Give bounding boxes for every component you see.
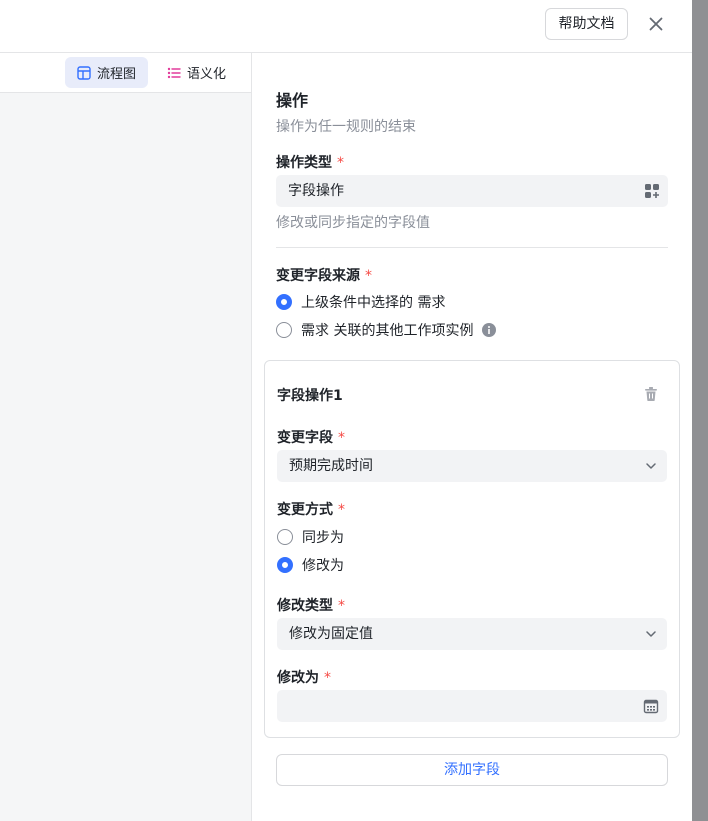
required-mark: * [338, 430, 345, 446]
change-mode-modify-label: 修改为 [302, 558, 344, 574]
modify-to-label-text: 修改为 [277, 670, 319, 686]
operation-type-label: 操作类型 * [276, 152, 344, 172]
source-option-related-label: 需求 关联的其他工作项实例 [301, 323, 474, 339]
view-toolbar: 流程图 语义化 [0, 53, 251, 93]
divider [276, 247, 668, 248]
required-mark: * [324, 670, 331, 686]
change-field-value: 预期完成时间 [289, 458, 373, 474]
trash-icon[interactable] [643, 386, 659, 402]
modify-type-label-text: 修改类型 [277, 598, 333, 614]
operation-type-value: 字段操作 [288, 183, 344, 199]
chevron-down-icon [646, 631, 656, 637]
operation-type-label-text: 操作类型 [276, 155, 332, 171]
modify-to-date-picker[interactable] [277, 690, 667, 722]
view-flowchart-button[interactable]: 流程图 [65, 57, 149, 88]
view-semantic-label: 语义化 [187, 67, 227, 82]
radio-unchecked[interactable] [276, 322, 292, 338]
radio-unchecked[interactable] [277, 529, 293, 545]
source-option-related[interactable]: 需求 关联的其他工作项实例 [276, 320, 497, 340]
required-mark: * [338, 598, 345, 614]
config-pane: 操作 操作为任一规则的结束 操作类型 * 字段操作 修改或同步指定的字段值 变更字… [252, 53, 692, 821]
modify-type-value: 修改为固定值 [289, 626, 373, 642]
help-docs-button[interactable]: 帮助文档 [545, 8, 628, 40]
add-field-button[interactable]: 添加字段 [276, 754, 668, 786]
source-label-text: 变更字段来源 [276, 268, 360, 284]
modify-type-label: 修改类型 * [277, 595, 345, 615]
required-mark: * [337, 155, 344, 171]
source-label: 变更字段来源 * [276, 265, 372, 285]
view-flowchart-label: 流程图 [97, 67, 137, 82]
info-icon[interactable] [482, 323, 497, 337]
operation-type-select[interactable]: 字段操作 [276, 175, 668, 207]
change-mode-label-text: 变更方式 [277, 502, 333, 518]
modify-type-select[interactable]: 修改为固定值 [277, 618, 667, 650]
radio-checked[interactable] [276, 294, 292, 310]
close-icon[interactable] [646, 14, 666, 34]
modify-to-label: 修改为 * [277, 667, 331, 687]
field-operation-card: 字段操作1 变更字段 * 预期完成时间 变更方式 * 同步为 修改为 修改类型 … [264, 360, 680, 738]
change-mode-label: 变更方式 * [277, 499, 345, 519]
section-subtitle: 操作为任一规则的结束 [276, 119, 416, 135]
operation-type-desc: 修改或同步指定的字段值 [276, 215, 430, 231]
calendar-icon [643, 699, 659, 714]
apps-add-icon [645, 184, 659, 198]
drawer-header: 帮助文档 [0, 0, 692, 53]
field-op-title: 字段操作1 [277, 388, 343, 404]
source-option-parent-label: 上级条件中选择的 需求 [301, 295, 446, 311]
change-mode-sync[interactable]: 同步为 [277, 527, 344, 547]
canvas-pane: 流程图 语义化 [0, 53, 252, 821]
change-field-select[interactable]: 预期完成时间 [277, 450, 667, 482]
flowchart-icon [77, 65, 91, 80]
source-option-parent[interactable]: 上级条件中选择的 需求 [276, 292, 445, 312]
required-mark: * [338, 502, 345, 518]
section-title: 操作 [276, 91, 309, 110]
list-icon [167, 67, 181, 78]
change-mode-sync-label: 同步为 [302, 530, 344, 546]
change-field-label-text: 变更字段 [277, 430, 333, 446]
change-mode-modify[interactable]: 修改为 [277, 555, 344, 575]
radio-checked[interactable] [277, 557, 293, 573]
view-semantic-button[interactable]: 语义化 [155, 57, 238, 88]
change-field-label: 变更字段 * [277, 427, 345, 447]
drawer-panel: 帮助文档 流程图 语义化 操作 操作为任一规则的结束 操作类型 * 字段操作 修… [0, 0, 692, 821]
required-mark: * [365, 268, 372, 284]
chevron-down-icon [646, 463, 656, 469]
